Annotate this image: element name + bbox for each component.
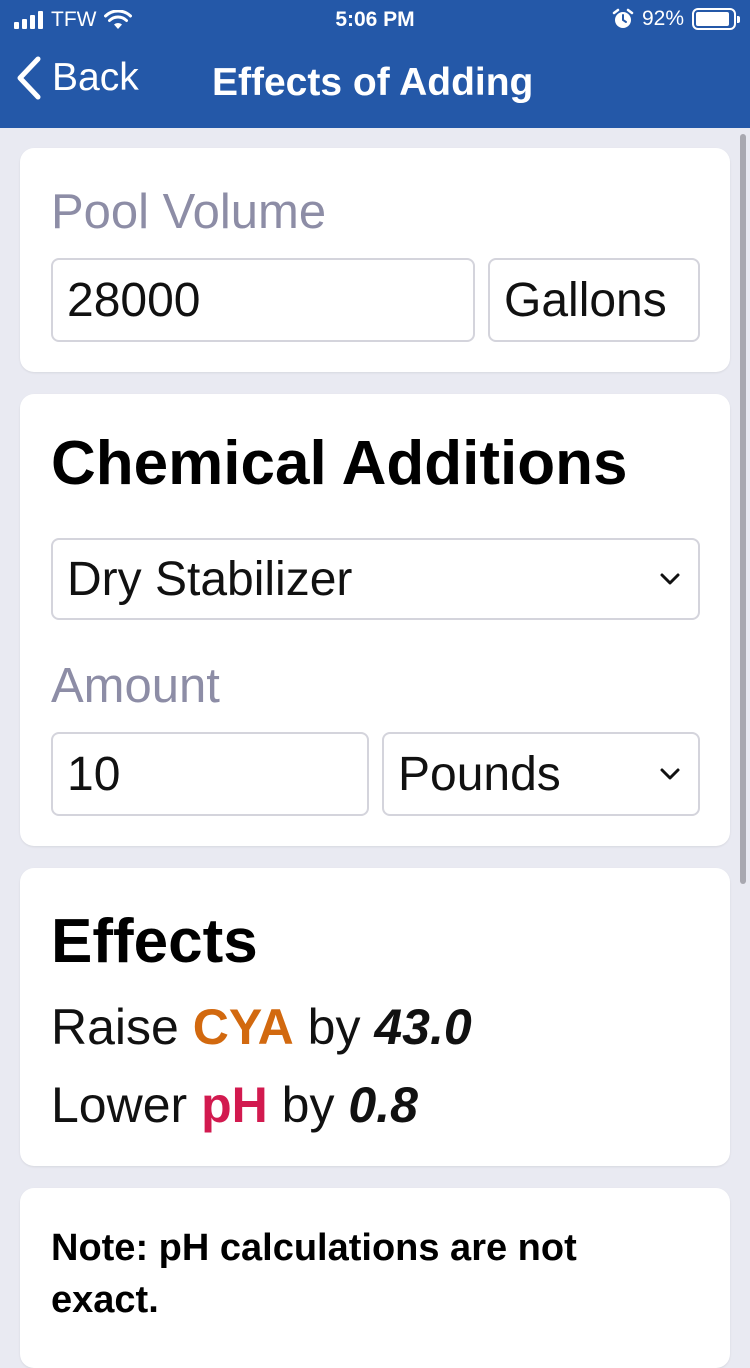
effect-verb: Raise xyxy=(51,999,179,1055)
effects-card: Effects Raise CYA by 43.0 Lower pH by 0.… xyxy=(20,868,730,1166)
chemical-select-value: Dry Stabilizer xyxy=(67,552,353,606)
effect-chemical: pH xyxy=(201,1077,268,1133)
effect-line-ph: Lower pH by 0.8 xyxy=(51,1076,418,1134)
effect-by: by xyxy=(307,999,361,1055)
volume-unit-value: Gallons xyxy=(504,273,667,327)
amount-unit-select[interactable]: Pounds xyxy=(382,732,700,816)
chevron-down-icon xyxy=(660,768,680,780)
chevron-left-icon xyxy=(17,56,41,100)
effect-chemical: CYA xyxy=(192,999,294,1055)
back-button[interactable]: Back xyxy=(16,56,139,100)
amount-input[interactable]: 10 xyxy=(51,732,369,816)
chemical-select[interactable]: Dry Stabilizer xyxy=(51,538,700,620)
battery-level xyxy=(696,12,730,26)
effect-value: 43.0 xyxy=(374,999,472,1055)
chemical-additions-card: Chemical Additions Dry Stabilizer Amount… xyxy=(20,394,730,846)
chevron-down-icon xyxy=(660,573,680,585)
pool-volume-card: Pool Volume 28000 Gallons xyxy=(20,148,730,372)
effect-by: by xyxy=(281,1077,335,1133)
pool-volume-input[interactable]: 28000 xyxy=(51,258,475,342)
scrollbar[interactable] xyxy=(740,134,746,884)
chemical-additions-title: Chemical Additions xyxy=(51,429,628,498)
page-title: Effects of Adding xyxy=(212,61,534,104)
note-card: Note: pH calculations are not exact. xyxy=(20,1188,730,1368)
alarm-icon xyxy=(612,8,634,28)
status-bar: TFW 5:06 PM 92% xyxy=(0,0,750,40)
effect-value: 0.8 xyxy=(348,1077,418,1133)
pool-volume-label: Pool Volume xyxy=(51,185,327,239)
note-text: Note: pH calculations are not exact. xyxy=(51,1227,577,1321)
battery-percent: 92% xyxy=(641,7,684,30)
back-label: Back xyxy=(52,56,139,99)
amount-label: Amount xyxy=(51,659,220,713)
effects-title: Effects xyxy=(51,907,258,976)
effect-verb: Lower xyxy=(51,1077,188,1133)
effect-line-cya: Raise CYA by 43.0 xyxy=(51,998,472,1056)
volume-unit-select[interactable]: Gallons xyxy=(488,258,700,342)
amount-unit-value: Pounds xyxy=(398,747,561,801)
status-right: 92% xyxy=(612,7,740,31)
battery-icon xyxy=(692,8,740,30)
nav-bar: Back Effects of Adding xyxy=(0,48,750,118)
app-header: TFW 5:06 PM 92% Back Effects of Adding xyxy=(0,0,750,128)
